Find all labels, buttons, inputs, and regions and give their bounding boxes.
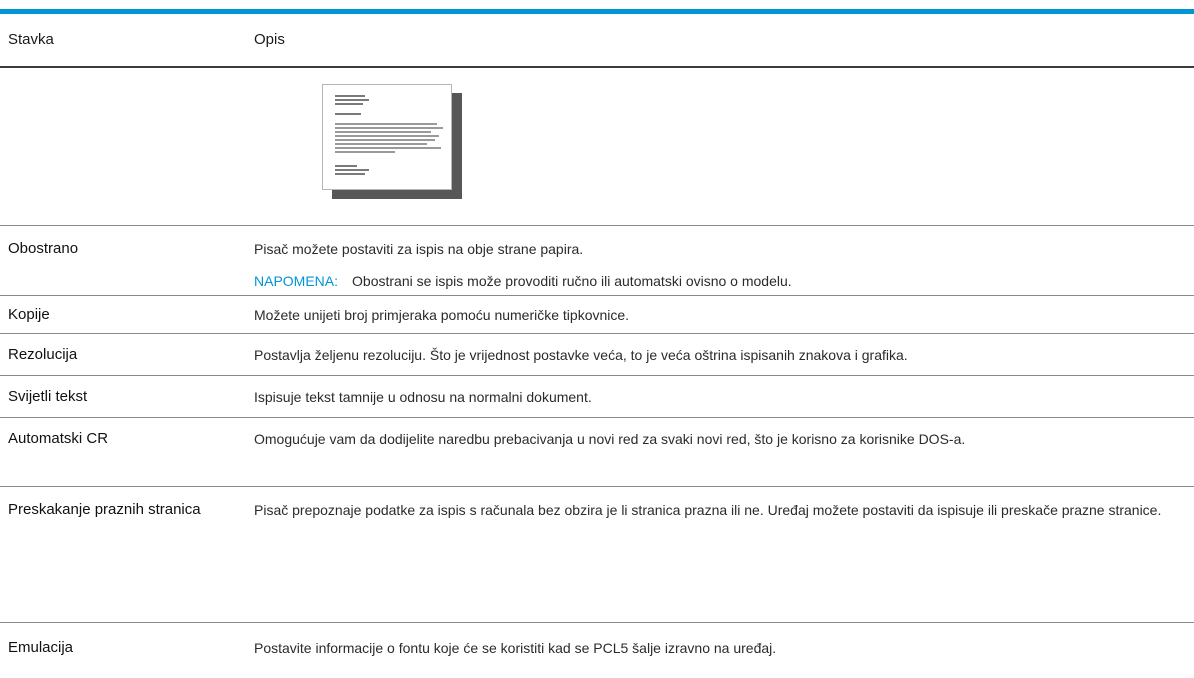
row-description: Omogućuje vam da dodijelite naredbu preb… <box>254 431 966 447</box>
table-row-figure <box>0 68 1194 226</box>
row-item: Svijetli tekst <box>8 388 88 405</box>
cropped-caption <box>0 0 1194 9</box>
table-row: Preskakanje praznih stranica Pisač prepo… <box>0 487 1194 623</box>
header-description: Opis <box>254 31 285 48</box>
row-item: Obostrano <box>8 240 79 257</box>
row-description: Pisač možete postaviti za ispis na obje … <box>254 241 584 257</box>
row-item: Emulacija <box>8 639 74 656</box>
row-description: Možete unijeti broj primjeraka pomoću nu… <box>254 307 630 323</box>
row-item: Rezolucija <box>8 346 78 363</box>
document-page <box>322 84 452 190</box>
table-row: Svijetli tekst Ispisuje tekst tamnije u … <box>0 376 1194 418</box>
table-row: Rezolucija Postavlja željenu rezoluciju.… <box>0 334 1194 376</box>
document-thumbnail-icon <box>322 84 464 202</box>
table-row: Kopije Možete unijeti broj primjeraka po… <box>0 296 1194 334</box>
table-row: Emulacija Postavite informacije o fontu … <box>0 623 1194 677</box>
table-header: Stavka Opis <box>0 14 1194 68</box>
row-description: Postavite informacije o fontu koje će se… <box>254 640 777 656</box>
table-row: Obostrano Pisač možete postaviti za ispi… <box>0 226 1194 296</box>
note-text: Obostrani se ispis može provoditi ručno … <box>352 273 792 289</box>
row-item: Kopije <box>8 306 50 323</box>
row-item: Preskakanje praznih stranica <box>8 501 201 518</box>
table-row: Automatski CR Omogućuje vam da dodijelit… <box>0 418 1194 487</box>
note-label: NAPOMENA: <box>254 273 339 289</box>
row-note: NAPOMENA: Obostrani se ispis može provodi… <box>254 270 1174 292</box>
row-item: Automatski CR <box>8 430 109 447</box>
row-description: Pisač prepoznaje podatke za ispis s raču… <box>254 502 1162 518</box>
row-description: Postavlja željenu rezoluciju. Što je vri… <box>254 347 908 363</box>
row-description: Ispisuje tekst tamnije u odnosu na norma… <box>254 389 592 405</box>
header-item: Stavka <box>8 31 54 48</box>
